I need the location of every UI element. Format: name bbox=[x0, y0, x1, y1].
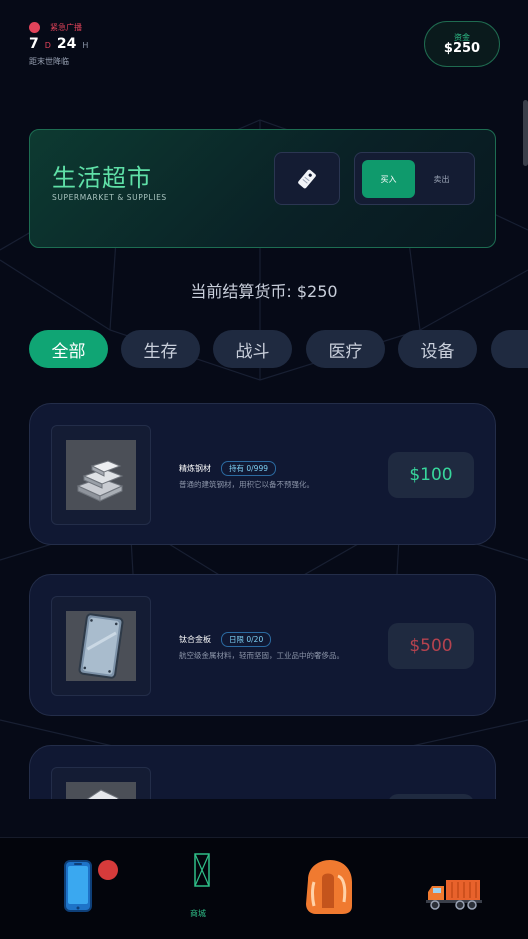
nav-delivery[interactable] bbox=[396, 838, 528, 939]
alert-label: 紧急广播 bbox=[50, 23, 82, 32]
countdown-hours-unit: H bbox=[82, 41, 89, 50]
backpack-icon bbox=[306, 860, 352, 914]
countdown-caption: 距末世降临 bbox=[29, 57, 69, 66]
notification-dot-icon bbox=[98, 860, 118, 880]
countdown-days-unit: D bbox=[44, 41, 51, 50]
shop-header-panel: 生活超市 SUPERMARKET & SUPPLIES 买入 卖出 bbox=[29, 129, 496, 248]
settlement-currency: 当前结算货币: $250 bbox=[190, 282, 338, 301]
product-card[interactable]: 精炼钢材 持有 0/999 普通的建筑钢材，用积它以备不预强化。 $100 bbox=[29, 403, 496, 545]
category-tabs: 全部 生存 战斗 医疗 设备 bbox=[29, 330, 528, 368]
titanium-plate-icon bbox=[66, 611, 136, 681]
product-stock-badge: 持有 0/999 bbox=[221, 461, 276, 476]
buy-mode-button[interactable]: 买入 bbox=[362, 160, 415, 198]
scrollbar-thumb[interactable] bbox=[523, 100, 528, 166]
product-thumbnail-frame bbox=[51, 425, 151, 525]
tab-equipment[interactable]: 设备 bbox=[398, 330, 477, 368]
product-name: 钛合金板 bbox=[179, 635, 211, 644]
doomsday-countdown: 7 D 24 H bbox=[29, 36, 88, 52]
tab-medical[interactable]: 医疗 bbox=[306, 330, 385, 368]
product-thumbnail-frame bbox=[51, 767, 151, 799]
product-limit-badge: 日限 0/20 bbox=[221, 632, 272, 647]
tab-next-partial[interactable] bbox=[491, 330, 528, 368]
shop-subtitle: SUPERMARKET & SUPPLIES bbox=[52, 193, 167, 202]
nav-shop[interactable]: 商城 bbox=[132, 838, 264, 939]
tab-survival[interactable]: 生存 bbox=[121, 330, 200, 368]
tab-combat[interactable]: 战斗 bbox=[213, 330, 292, 368]
buy-price-button[interactable]: $500 bbox=[388, 623, 474, 669]
funds-display[interactable]: 资金 $250 bbox=[424, 21, 500, 67]
buy-price-button[interactable]: $100 bbox=[388, 452, 474, 498]
product-info: 精炼钢材 持有 0/999 普通的建筑钢材，用积它以备不预强化。 bbox=[179, 461, 314, 490]
crystal-item-icon bbox=[66, 782, 136, 799]
sell-mode-button[interactable]: 卖出 bbox=[415, 160, 468, 198]
truck-icon bbox=[426, 880, 482, 910]
product-thumbnail-frame bbox=[51, 596, 151, 696]
phone-icon bbox=[64, 860, 92, 912]
countdown-days: 7 bbox=[29, 36, 39, 52]
price-tag-icon bbox=[298, 169, 316, 188]
product-card-partial[interactable] bbox=[29, 745, 496, 799]
nav-phone[interactable] bbox=[0, 838, 132, 939]
shop-title: 生活超市 bbox=[52, 164, 152, 192]
product-card[interactable]: 钛合金板 日限 0/20 航空级金属材料，轻而坚固，工业品中的奢侈品。 $500 bbox=[29, 574, 496, 716]
countdown-hours: 24 bbox=[56, 36, 77, 52]
product-description: 航空级金属材料，轻而坚固，工业品中的奢侈品。 bbox=[179, 651, 344, 660]
product-info: 钛合金板 日限 0/20 航空级金属材料，轻而坚固，工业品中的奢侈品。 bbox=[179, 632, 344, 661]
product-name: 精炼钢材 bbox=[179, 464, 211, 473]
top-status-bar: 紧急广播 7 D 24 H 距末世降临 资金 $250 bbox=[0, 0, 528, 90]
nav-backpack[interactable] bbox=[264, 838, 396, 939]
alert-indicator-icon bbox=[29, 22, 40, 33]
shop-nav-icon bbox=[194, 853, 210, 887]
funds-value: $250 bbox=[443, 41, 481, 56]
product-list: 精炼钢材 持有 0/999 普通的建筑钢材，用积它以备不预强化。 $100 钛合… bbox=[0, 395, 528, 799]
steel-ingots-icon bbox=[66, 440, 136, 510]
nav-shop-label: 商城 bbox=[190, 909, 206, 918]
price-tag-button[interactable] bbox=[274, 152, 340, 205]
tab-all[interactable]: 全部 bbox=[29, 330, 108, 368]
buy-price-button-partial[interactable] bbox=[388, 794, 474, 799]
buy-sell-toggle: 买入 卖出 bbox=[354, 152, 475, 205]
product-description: 普通的建筑钢材，用积它以备不预强化。 bbox=[179, 480, 314, 489]
bottom-navigation: 商城 bbox=[0, 837, 528, 939]
